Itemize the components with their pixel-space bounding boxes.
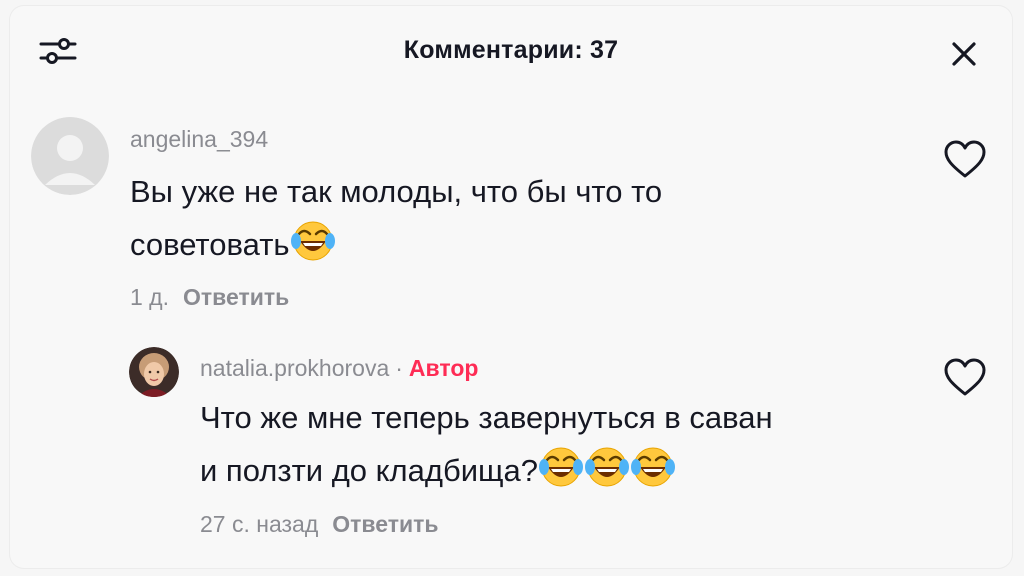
comment-time: 1 д. — [130, 284, 169, 310]
comments-panel: Комментарии: 37 angelina_394 Вы уже не т… — [10, 6, 1012, 568]
author-badge: Автор — [408, 355, 479, 381]
reply-text: Что же мне теперь завернуться в саван и … — [200, 391, 920, 497]
laugh-emoji-icon — [538, 445, 584, 491]
comment-username[interactable]: angelina_394 — [130, 126, 268, 153]
comments-title: Комментарии: 37 — [403, 36, 619, 64]
laugh-emoji-icon — [584, 445, 630, 491]
separator-dot: · — [395, 355, 403, 381]
reply-button[interactable]: Ответить — [332, 511, 438, 537]
heart-icon[interactable] — [943, 138, 987, 182]
reply-text-line: Что же мне теперь завернуться в саван — [200, 400, 773, 435]
comment-meta: 1 д. Ответить — [130, 284, 289, 311]
avatar[interactable] — [31, 117, 109, 195]
comments-header: Комментарии: 37 — [10, 6, 1012, 96]
comment-text-line: советовать — [130, 218, 910, 271]
reply-username-line: natalia.prokhorova · Автор — [200, 355, 478, 382]
comment-text-line: Вы уже не так молоды, что бы что то — [130, 174, 663, 209]
author-avatar[interactable] — [129, 347, 179, 397]
reply-text-line: и ползти до кладбища? — [200, 444, 920, 497]
reply-username[interactable]: natalia.prokhorova — [200, 355, 389, 381]
heart-icon[interactable] — [943, 356, 987, 400]
reply-meta: 27 с. назад Ответить — [200, 511, 439, 538]
close-icon[interactable] — [946, 36, 982, 72]
reply-button[interactable]: Ответить — [183, 284, 289, 310]
reply-time: 27 с. назад — [200, 511, 319, 537]
laugh-emoji-icon — [630, 445, 676, 491]
comment-text: Вы уже не так молоды, что бы что то сове… — [130, 165, 910, 271]
laugh-emoji-icon — [290, 219, 336, 265]
